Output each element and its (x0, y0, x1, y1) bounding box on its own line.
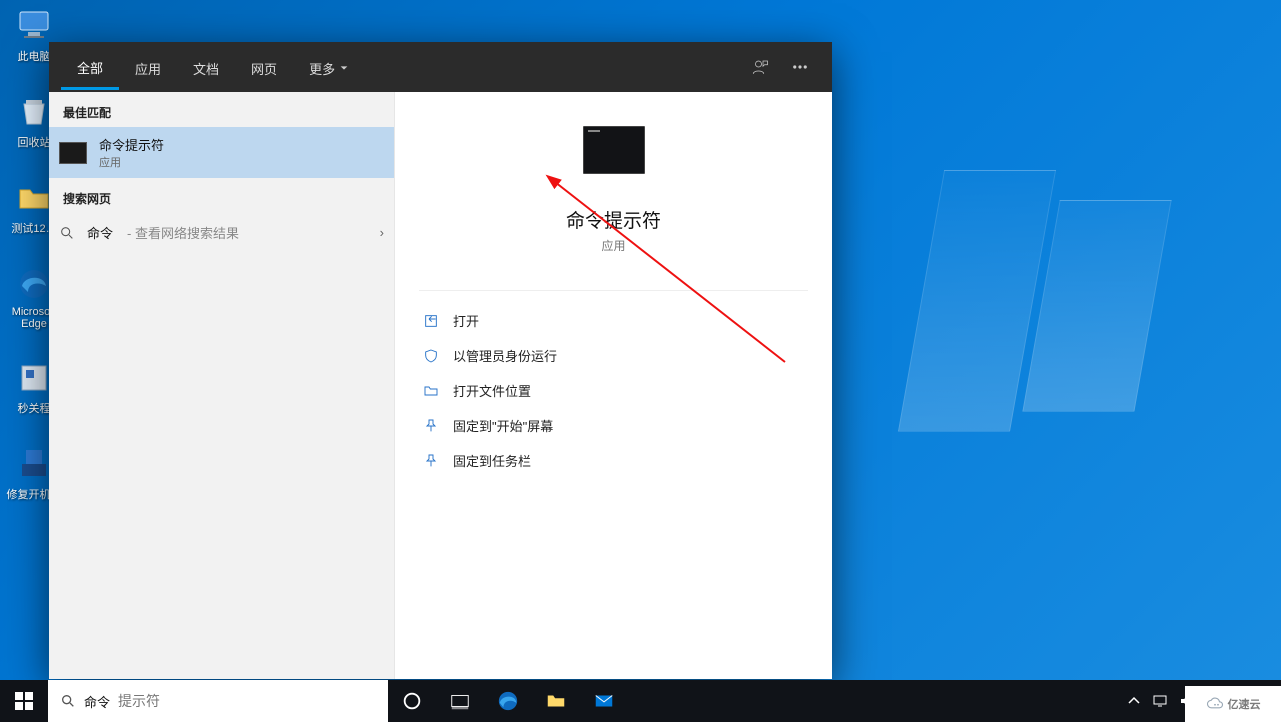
action-pin-to-taskbar[interactable]: 固定到任务栏 (419, 443, 808, 478)
taskbar-search-box[interactable]: 命令 (48, 680, 388, 722)
preview-title: 命令提示符 (566, 206, 661, 233)
search-icon (60, 693, 76, 709)
search-input[interactable] (118, 693, 376, 709)
mail-icon (593, 690, 615, 712)
taskbar: 命令 中 1 202 (0, 680, 1281, 722)
this-pc-icon (14, 8, 54, 44)
pin-icon (423, 418, 439, 434)
windows-logo-icon (15, 692, 33, 710)
chevron-right-icon: › (380, 225, 384, 240)
shield-admin-icon (423, 348, 439, 364)
tab-label: 应用 (135, 59, 161, 78)
cloud-icon (1206, 697, 1224, 711)
watermark-text: 亿速云 (1228, 696, 1261, 712)
search-preview-column: 命令提示符 应用 打开 以管理员身份运行 打开文件位置 固定到"开始"屏幕 (394, 92, 832, 679)
desktop-icon-label: 秒关程 (18, 400, 51, 416)
tool-icon (14, 360, 54, 396)
preview-cmd-icon (583, 126, 645, 174)
tab-apps[interactable]: 应用 (119, 45, 177, 90)
action-pin-to-start[interactable]: 固定到"开始"屏幕 (419, 408, 808, 443)
action-label: 以管理员身份运行 (453, 346, 557, 365)
section-search-web: 搜索网页 (49, 178, 394, 213)
section-best-match: 最佳匹配 (49, 92, 394, 127)
action-open-file-location[interactable]: 打开文件位置 (419, 373, 808, 408)
action-label: 打开 (453, 311, 479, 330)
web-search-item[interactable]: 命令 - 查看网络搜索结果 › (49, 213, 394, 252)
network-icon (1152, 693, 1168, 709)
web-search-hint: - 查看网络搜索结果 (127, 223, 239, 242)
action-open[interactable]: 打开 (419, 303, 808, 338)
chevron-down-icon (339, 63, 349, 73)
tab-label: 全部 (77, 58, 103, 77)
result-subtitle: 应用 (99, 154, 164, 170)
tray-network-button[interactable] (1152, 693, 1168, 709)
search-icon (59, 225, 75, 241)
best-match-result[interactable]: 命令提示符 应用 (49, 127, 394, 178)
mail-button[interactable] (580, 680, 628, 722)
search-typed-text: 命令 (84, 692, 110, 711)
search-panel: 全部 应用 文档 网页 更多 最佳匹配 命令提示符 应用 搜索网页 (49, 42, 832, 679)
wallpaper-light (921, 170, 1161, 430)
action-run-as-admin[interactable]: 以管理员身份运行 (419, 338, 808, 373)
tab-label: 文档 (193, 59, 219, 78)
tab-more[interactable]: 更多 (293, 45, 365, 90)
task-view-icon (449, 690, 471, 712)
more-options-button[interactable] (780, 47, 820, 87)
edge-icon (14, 266, 54, 302)
tab-label: 网页 (251, 59, 277, 78)
ellipsis-icon (791, 58, 809, 76)
search-results-column: 最佳匹配 命令提示符 应用 搜索网页 命令 - 查看网络搜索结果 › (49, 92, 394, 679)
feedback-button[interactable] (740, 47, 780, 87)
pin-icon (423, 453, 439, 469)
start-button[interactable] (0, 680, 48, 722)
desktop-icon-label: 此电脑 (18, 48, 51, 64)
tab-web[interactable]: 网页 (235, 45, 293, 90)
chevron-up-icon (1126, 693, 1142, 709)
cortana-button[interactable] (388, 680, 436, 722)
folder-icon (545, 690, 567, 712)
action-label: 固定到"开始"屏幕 (453, 416, 553, 435)
cortana-icon (401, 690, 423, 712)
edge-icon (497, 690, 519, 712)
preview-subtitle: 应用 (601, 237, 625, 254)
tab-documents[interactable]: 文档 (177, 45, 235, 90)
tab-all[interactable]: 全部 (61, 44, 119, 90)
action-label: 打开文件位置 (453, 381, 531, 400)
task-view-button[interactable] (436, 680, 484, 722)
taskbar-pinned-apps (388, 680, 628, 722)
recycle-bin-icon (14, 94, 54, 130)
tab-label: 更多 (309, 59, 335, 78)
folder-location-icon (423, 383, 439, 399)
web-search-term: 命令 (87, 223, 113, 242)
open-icon (423, 313, 439, 329)
cmd-thumbnail-icon (59, 142, 87, 164)
repair-icon (14, 446, 54, 482)
tray-overflow-button[interactable] (1126, 693, 1142, 709)
edge-taskbar-button[interactable] (484, 680, 532, 722)
result-title: 命令提示符 (99, 135, 164, 154)
desktop-icon-label: 回收站 (18, 134, 51, 150)
person-feedback-icon (751, 58, 769, 76)
file-explorer-button[interactable] (532, 680, 580, 722)
action-label: 固定到任务栏 (453, 451, 531, 470)
watermark-badge: 亿速云 (1185, 686, 1281, 722)
search-tab-bar: 全部 应用 文档 网页 更多 (49, 42, 832, 92)
action-list: 打开 以管理员身份运行 打开文件位置 固定到"开始"屏幕 固定到任务栏 (419, 290, 808, 478)
folder-icon (14, 180, 54, 216)
